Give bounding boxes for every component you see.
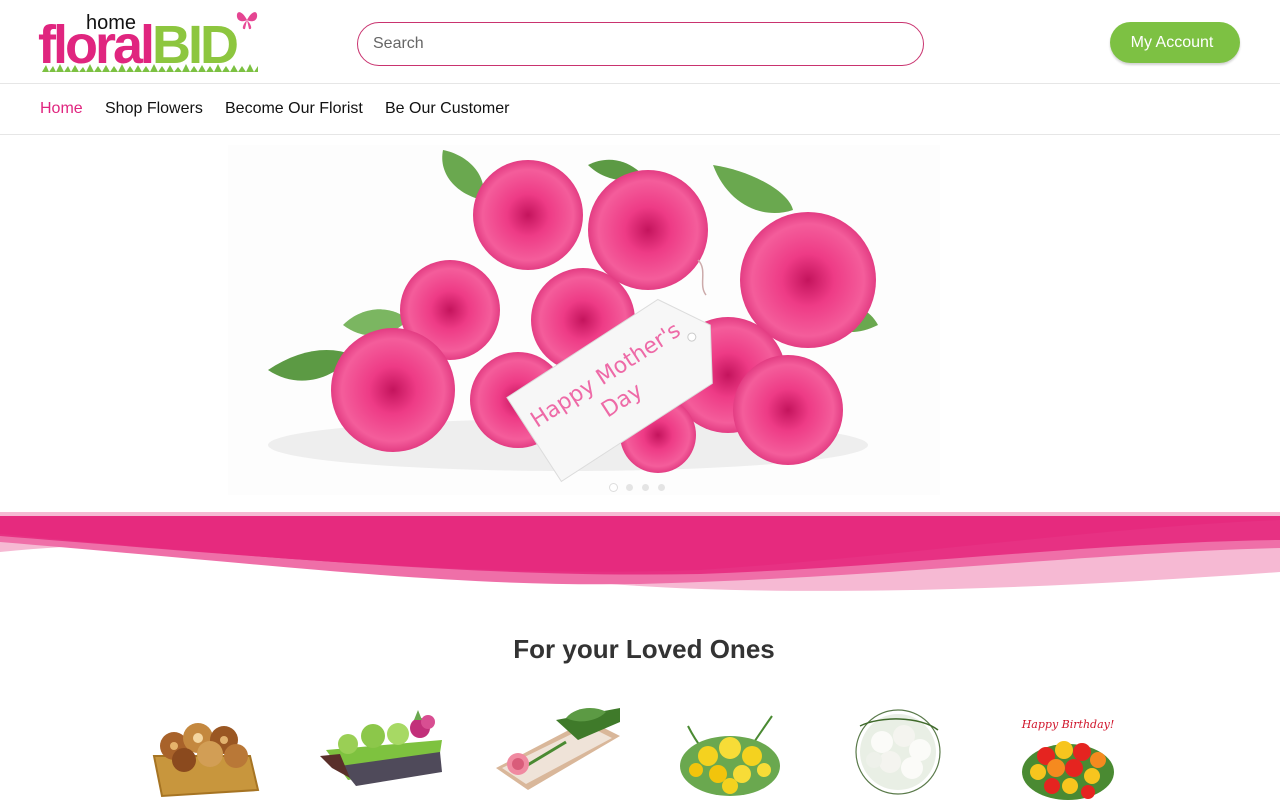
nav-item-be-our-customer[interactable]: Be Our Customer (385, 100, 509, 118)
floralbid-logo[interactable]: home floralBID (38, 8, 262, 76)
pink-wave-divider (0, 512, 1280, 591)
product-white-rose-bouquet[interactable] (840, 706, 964, 800)
main-navigation: Home Shop Flowers Become Our Florist Be … (0, 84, 1280, 135)
product-image (496, 708, 620, 790)
product-rose-gift-box[interactable] (496, 706, 620, 800)
nav-item-become-our-florist[interactable]: Become Our Florist (225, 100, 363, 118)
section-title: For your Loved Ones (513, 634, 775, 664)
product-image: Happy Birthday! (1021, 718, 1115, 800)
nav-item-shop-flowers[interactable]: Shop Flowers (105, 100, 203, 118)
product-carousel: Happy Birthday! (0, 700, 1280, 800)
product-image (320, 710, 442, 786)
carousel-dot[interactable] (610, 484, 617, 491)
product-yellow-bouquet[interactable] (668, 706, 792, 800)
product-image (855, 709, 941, 795)
product-pastry-basket[interactable] (140, 706, 264, 800)
product-image (152, 723, 260, 798)
butterfly-icon (236, 12, 258, 30)
carousel-dot[interactable] (642, 484, 649, 491)
carousel-dot[interactable] (626, 484, 633, 491)
hero-carousel[interactable]: Happy Mother's Day (228, 145, 940, 495)
search-input[interactable] (357, 22, 924, 66)
my-account-label: My Account (1130, 33, 1214, 51)
nav-item-home[interactable]: Home (40, 100, 83, 118)
product-birthday-roses[interactable]: Happy Birthday! (1008, 706, 1132, 800)
hero-image-roses: Happy Mother's Day (228, 145, 940, 495)
product-card-text: Happy Birthday! (1021, 718, 1115, 731)
carousel-indicators (610, 484, 665, 491)
my-account-button[interactable]: My Account (1110, 22, 1240, 63)
product-image (680, 715, 780, 796)
product-green-moss-planter[interactable] (318, 706, 442, 800)
site-header: home floralBID My Account (0, 0, 1280, 84)
grass-decoration (42, 64, 258, 72)
carousel-dot[interactable] (658, 484, 665, 491)
